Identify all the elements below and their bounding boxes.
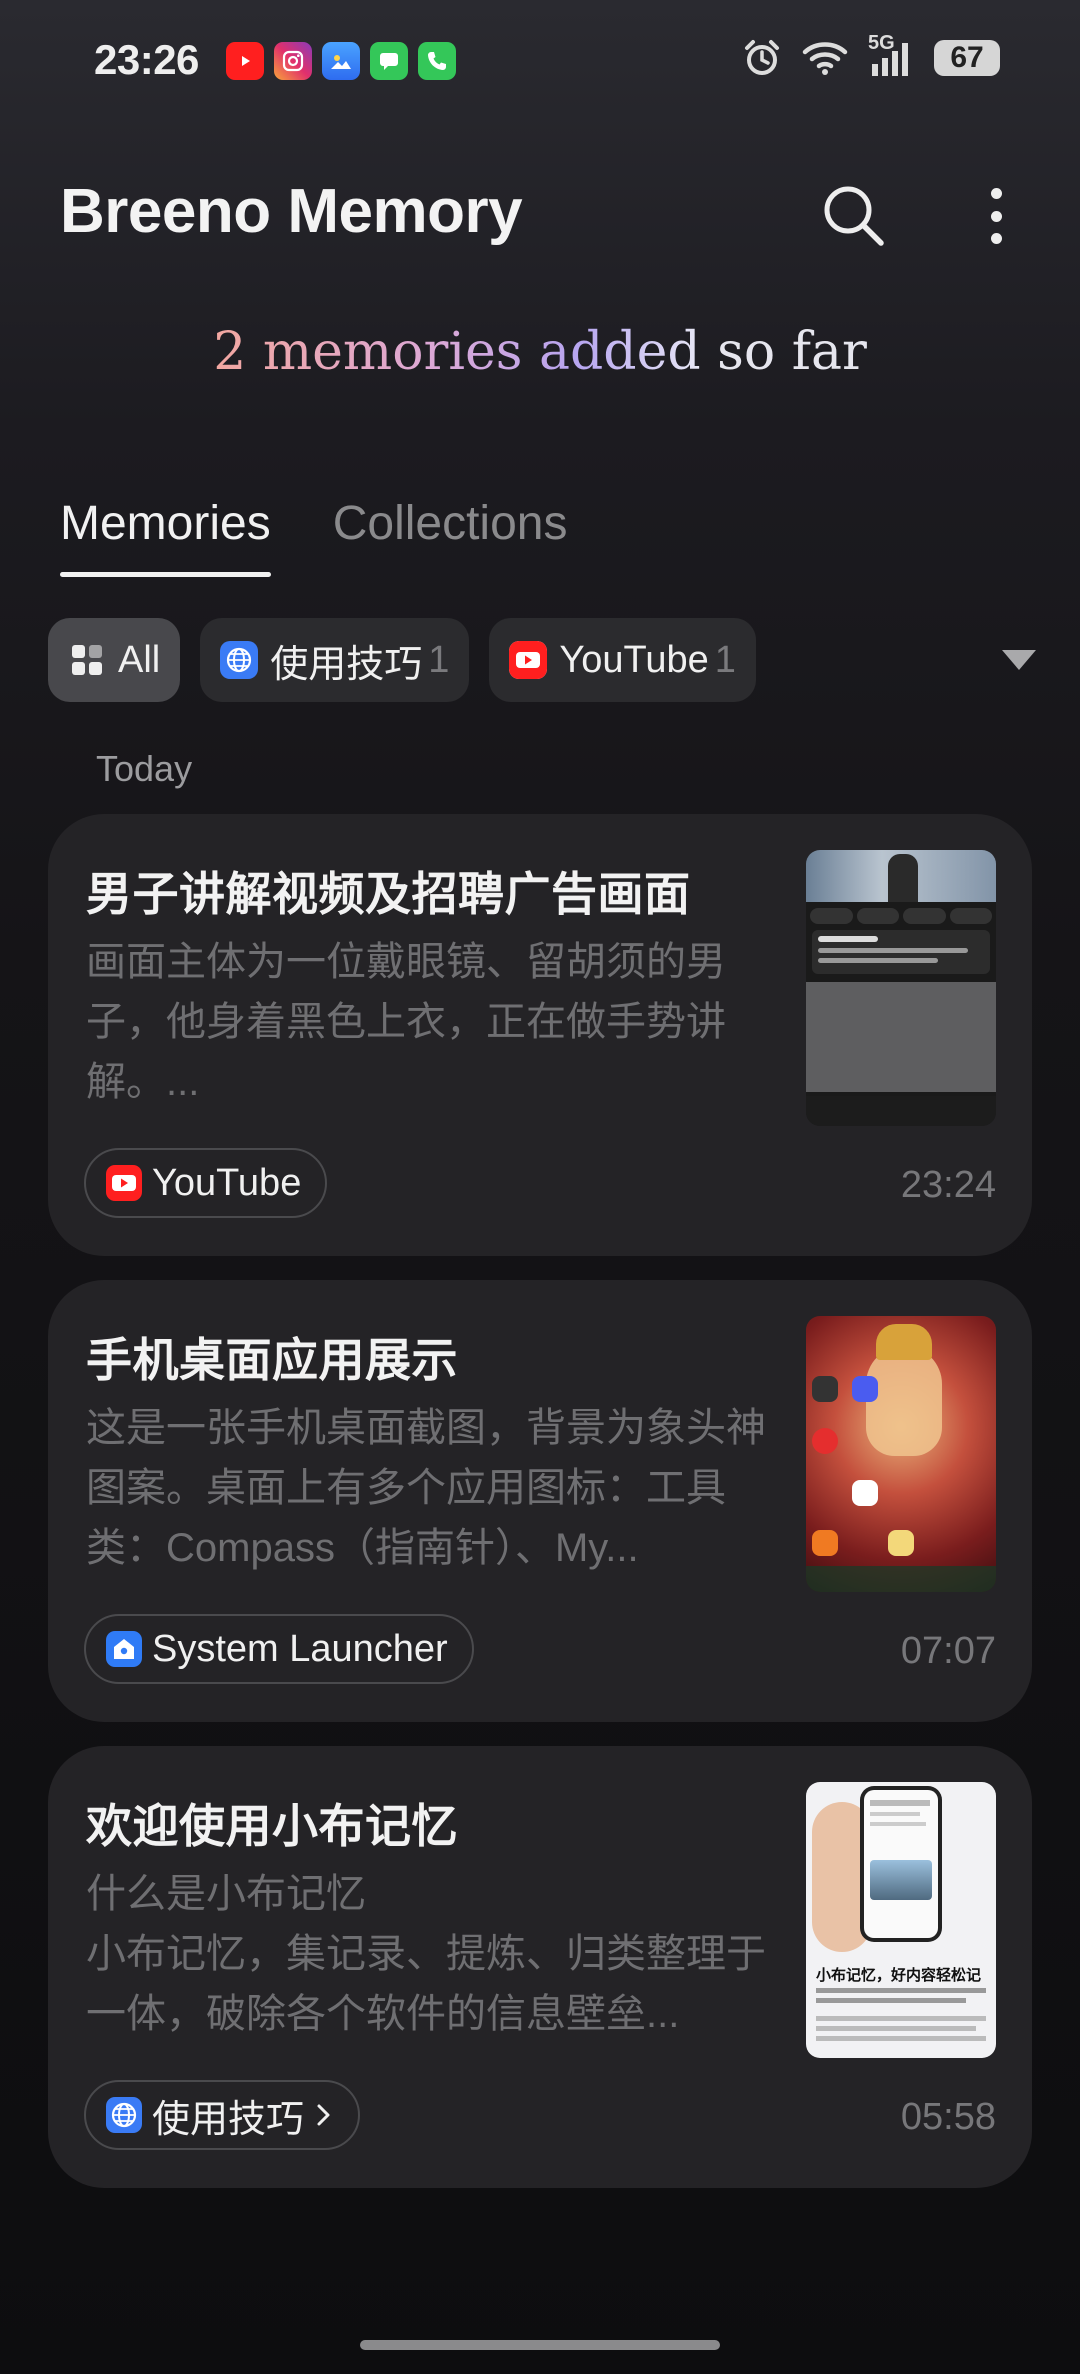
youtube-icon: [106, 1165, 142, 1201]
card-title: 手机桌面应用展示: [86, 1334, 458, 1386]
thumb-comments-box: [812, 930, 990, 974]
thumb-action-row: [810, 908, 992, 924]
source-label: YouTube: [152, 1161, 302, 1204]
source-label: System Launcher: [152, 1627, 448, 1670]
wifi-icon: [802, 42, 848, 75]
thumb-app-icon: [888, 1530, 914, 1556]
memories-summary: 2 memories added so far: [0, 322, 1080, 382]
status-right: 5G 67: [742, 32, 1000, 78]
filter-chips: All 使用技巧 1 YouTube 1: [48, 618, 756, 702]
page-title: Breeno Memory: [60, 177, 523, 246]
more-dot-icon: [990, 210, 1002, 222]
thumb-phone-frame: [860, 1786, 942, 1942]
card-description: 这是一张手机桌面截图，背景为象头神图案。桌面上有多个应用图标：工具类：Compa…: [86, 1406, 766, 1570]
source-chip[interactable]: 使用技巧: [84, 2080, 361, 2150]
instagram-icon: [274, 42, 312, 80]
source-chip[interactable]: System Launcher: [84, 1614, 474, 1684]
home-indicator[interactable]: [360, 2340, 720, 2350]
thumb-crown: [876, 1324, 932, 1360]
gallery-icon: [322, 42, 360, 80]
thumb-footer: [806, 1096, 996, 1126]
filter-chip-label: 使用技巧: [270, 643, 423, 686]
card-time: 05:58: [900, 2096, 996, 2138]
tab-bar: Memories Collections: [60, 496, 568, 577]
launcher-icon: [106, 1631, 142, 1667]
card-thumbnail: [806, 1316, 996, 1592]
filter-chip-label: All: [118, 638, 161, 681]
phone-icon: [418, 42, 456, 80]
memory-card[interactable]: 欢迎使用小布记忆 什么是小布记忆 小布记忆，集记录、提炼、归类整理于一体，破除各…: [48, 1746, 1032, 2188]
filter-expand-icon[interactable]: [1002, 650, 1036, 670]
thumb-app-icon: [812, 1530, 838, 1556]
filter-chip-label: YouTube: [559, 638, 709, 681]
thumb-text-line: [816, 2026, 976, 2031]
messages-icon: [370, 42, 408, 80]
notification-icons: [226, 42, 456, 80]
thumb-text-line: [816, 1998, 966, 2003]
memories-count-text: 2 memories added: [213, 322, 701, 382]
thumb-video-area: [806, 982, 996, 1092]
status-time: 23:26: [94, 36, 199, 83]
battery-indicator: 67: [934, 40, 1000, 76]
youtube-icon: [509, 641, 548, 679]
memories-suffix-text: so far: [700, 322, 867, 382]
chevron-right-icon: [317, 2104, 330, 2126]
filter-chip-count: 1: [428, 638, 450, 681]
thumb-caption: 小布记忆，好内容轻松记: [816, 1967, 982, 1984]
more-options-button[interactable]: [974, 184, 1018, 248]
signal-indicator: 5G: [868, 32, 914, 78]
more-dot-icon: [990, 188, 1002, 199]
status-bar: 23:26 5G 67: [0, 0, 1080, 120]
thumb-text-line: [816, 2036, 986, 2041]
thumb-dock: [806, 1566, 996, 1592]
alarm-icon: [745, 40, 779, 75]
card-title: 欢迎使用小布记忆: [86, 1800, 458, 1852]
thumb-text-line: [816, 2016, 986, 2021]
card-thumbnail: 小布记忆，好内容轻松记: [806, 1782, 996, 2058]
search-button[interactable]: [818, 180, 888, 250]
card-description: 画面主体为一位戴眼镜、留胡须的男子，他身着黑色上衣，正在做手势讲解。...: [86, 940, 726, 1104]
filter-chip-youtube[interactable]: YouTube 1: [489, 618, 756, 702]
youtube-icon: [226, 42, 264, 80]
thumb-app-icon: [852, 1376, 878, 1402]
card-time: 23:24: [900, 1164, 996, 1206]
source-chip[interactable]: YouTube: [84, 1148, 328, 1218]
globe-icon: [106, 2097, 142, 2133]
thumb-text-line: [816, 1988, 986, 1993]
filter-chip-tips[interactable]: 使用技巧 1: [200, 618, 470, 702]
tab-collections[interactable]: Collections: [333, 496, 568, 571]
section-label-today: Today: [96, 748, 193, 789]
thumb-app-icon: [812, 1376, 838, 1402]
card-title: 男子讲解视频及招聘广告画面: [86, 868, 691, 920]
memory-card[interactable]: 男子讲解视频及招聘广告画面 画面主体为一位戴眼镜、留胡须的男子，他身着黑色上衣，…: [48, 814, 1032, 1256]
thumb-app-icon: [812, 1428, 838, 1454]
signal-icon: [872, 43, 908, 76]
more-dot-icon: [990, 233, 1002, 244]
thumb-deity-face: [866, 1346, 942, 1456]
filter-chip-all[interactable]: All: [48, 618, 181, 702]
filter-chip-count: 1: [714, 638, 736, 681]
tab-memories[interactable]: Memories: [60, 496, 271, 577]
card-time: 07:07: [900, 1630, 996, 1672]
thumb-person-shape: [888, 854, 918, 902]
grid-icon: [68, 641, 106, 679]
source-label: 使用技巧: [152, 2098, 305, 2141]
card-thumbnail: [806, 850, 996, 1126]
card-description: 什么是小布记忆 小布记忆，集记录、提炼、归类整理于一体，破除各个软件的信息壁垒.…: [86, 1872, 766, 2036]
memory-card[interactable]: 手机桌面应用展示 这是一张手机桌面截图，背景为象头神图案。桌面上有多个应用图标：…: [48, 1280, 1032, 1722]
search-icon: [824, 186, 884, 246]
thumb-app-icon: [852, 1480, 878, 1506]
globe-icon: [220, 641, 259, 679]
